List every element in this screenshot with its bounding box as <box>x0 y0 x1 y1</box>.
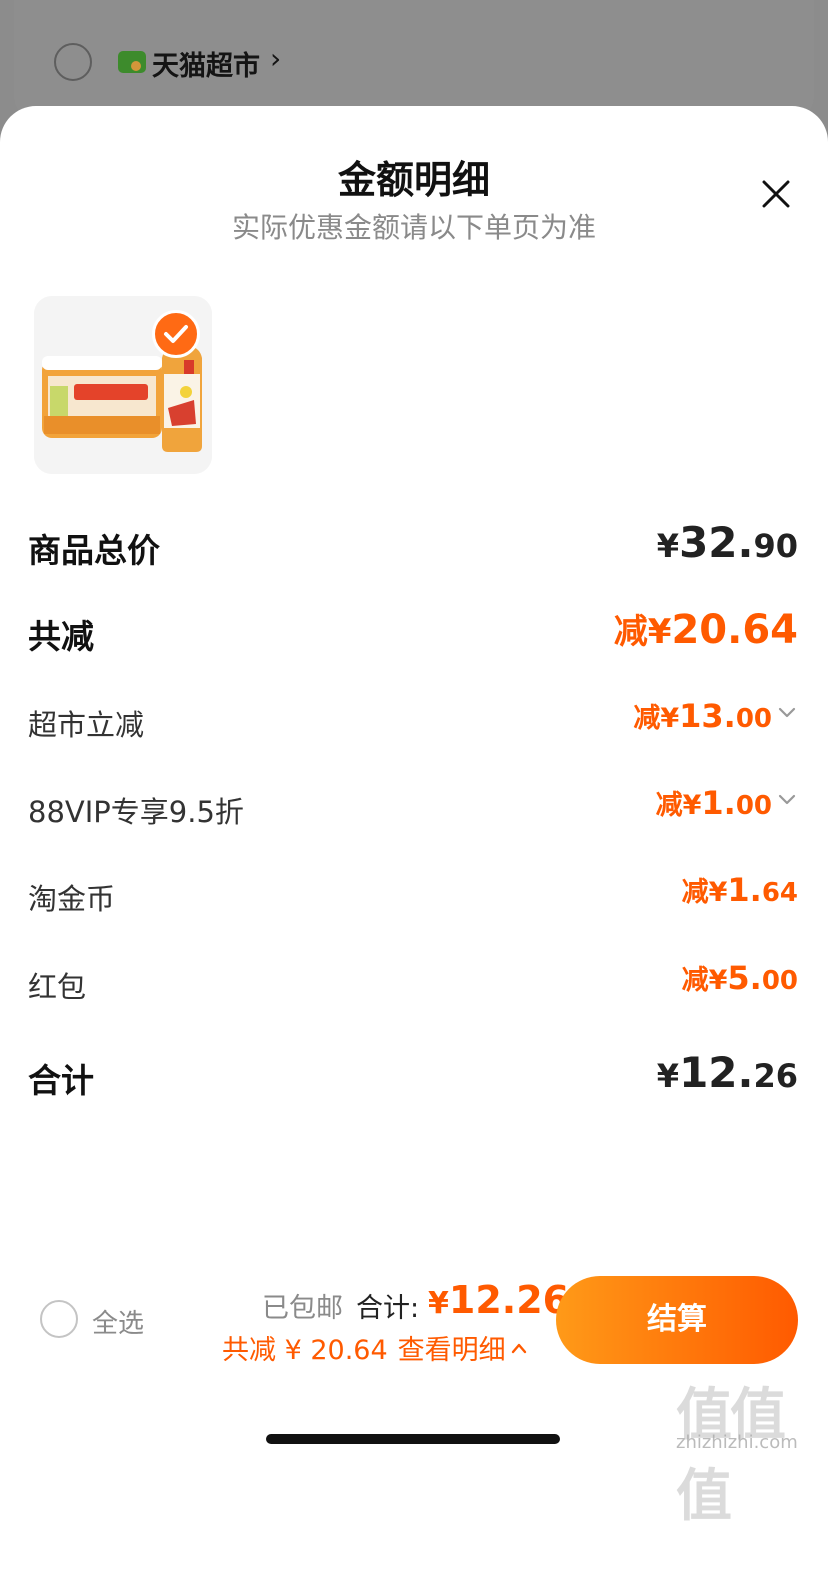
row-sum: 合计 ¥12.26 <box>28 1048 798 1100</box>
bottom-total-value: ¥12.26 <box>428 1278 570 1322</box>
sheet-subtitle: 实际优惠金额请以下单页为准 <box>231 211 596 244</box>
sum-amount: ¥12.26 <box>656 1048 798 1097</box>
chevron-up-icon[interactable] <box>510 1341 528 1355</box>
row-supermarket-discount[interactable]: 超市立减 减¥13.00 <box>28 696 798 746</box>
coins-label: 淘金币 <box>28 882 116 916</box>
store-chevron-right-icon[interactable]: › <box>270 42 281 75</box>
supermarket-discount-amount: 减¥13.00 <box>633 696 798 735</box>
total-price-label: 商品总价 <box>28 531 160 570</box>
bottom-total-label: 合计: <box>356 1293 420 1324</box>
red-packet-amount: 减¥5.00 <box>681 959 798 997</box>
store-name[interactable]: 天猫超市 <box>152 44 260 83</box>
chevron-down-icon[interactable] <box>776 701 798 723</box>
view-details-link[interactable]: 查看明细 <box>398 1335 528 1366</box>
sheet-title: 金额明细 <box>337 158 490 202</box>
row-total-price: 商品总价 ¥32.90 <box>28 518 798 570</box>
total-reduce-amount: 减¥20.64 <box>613 607 798 653</box>
row-total-reduce: 共减 减¥20.64 <box>28 604 798 656</box>
sum-label: 合计 <box>28 1061 94 1100</box>
free-shipping-text: 已包邮 <box>262 1293 343 1324</box>
supermarket-discount-label: 超市立减 <box>28 708 145 742</box>
row-vip-discount[interactable]: 88VIP专享9.5折 减¥1.00 <box>28 783 798 833</box>
coins-amount: 减¥1.64 <box>681 871 798 909</box>
row-red-packet: 红包 减¥5.00 <box>28 958 798 1008</box>
home-indicator[interactable] <box>266 1434 560 1444</box>
red-packet-label: 红包 <box>28 970 87 1004</box>
row-coins: 淘金币 减¥1.64 <box>28 870 798 920</box>
close-icon[interactable] <box>756 174 796 214</box>
select-all-radio[interactable] <box>40 1300 78 1338</box>
vip-discount-label: 88VIP专享9.5折 <box>28 795 244 829</box>
checkout-button[interactable]: 结算 <box>556 1276 798 1364</box>
vip-discount-amount: 减¥1.00 <box>656 783 798 822</box>
page: 天猫超市 › 金额明细 实际优惠金额请以下单页为准 商品总价 ¥32.90 共减… <box>0 0 828 1576</box>
store-row: 天猫超市 › <box>14 0 814 120</box>
watermark-url: zhizhizhi.com <box>676 1432 798 1453</box>
tmall-supermarket-logo-icon <box>118 51 146 73</box>
total-price-amount: ¥32.90 <box>656 518 798 567</box>
store-select-radio[interactable] <box>54 43 92 81</box>
product-selected-check-icon[interactable] <box>152 310 200 358</box>
chevron-down-icon[interactable] <box>776 788 798 810</box>
bottom-discount-text: 共减 ¥ 20.64 <box>222 1335 388 1366</box>
bottom-discount-line: 共减 ¥ 20.64 查看明细 <box>222 1328 528 1367</box>
select-all-label[interactable]: 全选 <box>92 1303 144 1340</box>
total-reduce-label: 共减 <box>28 617 94 656</box>
